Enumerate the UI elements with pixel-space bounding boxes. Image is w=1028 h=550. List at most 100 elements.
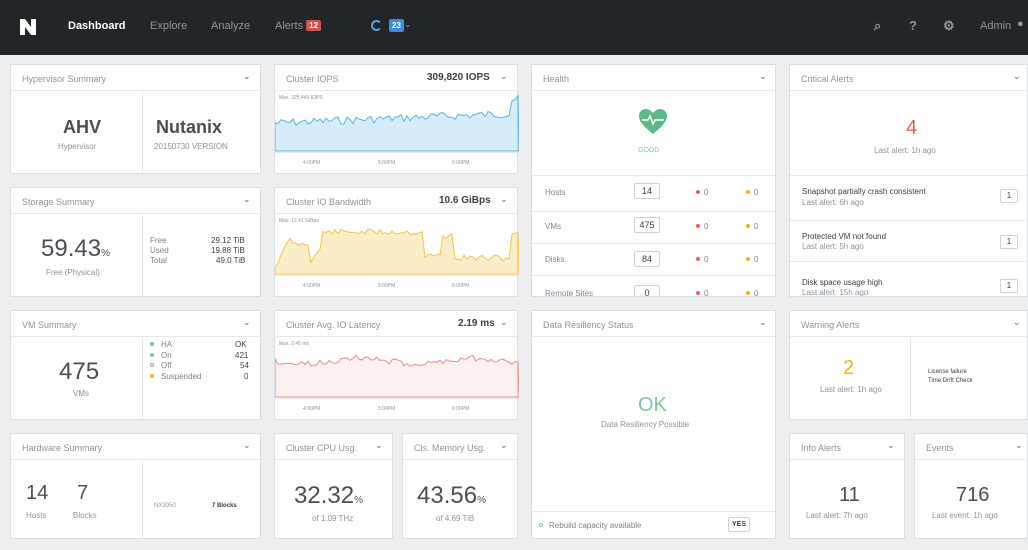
on-status-dot [150,353,154,357]
cluster-iops-card[interactable]: Cluster IOPS 309,820 IOPS ⌄ Max. 325,449 I… [274,64,519,174]
chevron-down-icon[interactable]: ⌄ [759,71,767,82]
hardware-summary-card[interactable]: Hardware Summary ⌄ 14 Hosts 7 Blocks NX30… [10,433,261,539]
info-last-alert: Last alert: 7h ago [806,511,868,520]
cpu-capacity: of 1.09 THz [312,514,354,523]
x-tick-label: 4:00PM [303,283,321,289]
card-title: Data Resiliency Status [543,320,634,330]
health-status: GOOD [638,147,660,154]
chevron-down-icon[interactable]: ⌄ [243,194,251,205]
health-row-disks: Disks [545,255,565,264]
storage-row-value: 29.12 TiB [211,236,245,245]
memory-usage: 43.56% [417,482,486,510]
vm-row-label: On [161,351,172,360]
critical-alert-title[interactable]: Protected VM not found [802,232,886,241]
chevron-down-icon[interactable]: ⌄ [887,440,895,451]
critical-count: 0 [704,222,709,231]
chevron-down-icon[interactable]: ⌄ [243,440,251,451]
storage-row-label: Used [150,246,169,255]
user-icon[interactable]: ● [1017,18,1024,30]
warning-alert-count[interactable]: 2 [843,357,854,380]
tasks-spinner-icon[interactable] [371,20,382,31]
tasks-count-badge[interactable]: 23 [389,19,404,32]
vm-row-value: 0 [244,372,249,381]
critical-dot [696,291,700,295]
x-tick-label: 5:00PM [378,283,396,289]
health-hosts-count[interactable]: 14 [634,183,660,199]
admin-user-menu[interactable]: Admin [980,20,1011,32]
cluster-memory-card[interactable]: Cls. Memory Usg. ⌄ 43.56% of 4.69 TiB [402,433,518,539]
health-disks-count[interactable]: 84 [634,251,660,267]
info-alerts-card[interactable]: Info Alerts ⌄ 11 Last alert: 7h ago [789,433,905,539]
storage-free-unit: % [101,248,110,259]
bandwidth-sparkline [275,228,519,275]
off-status-dot [150,363,154,367]
card-title: Cluster CPU Usg. [286,443,358,453]
search-icon[interactable]: ⌕ [874,18,881,34]
x-tick-label: 6:00PM [452,406,470,412]
suspended-status-dot [150,374,154,378]
card-title: Hardware Summary [22,443,103,453]
chevron-down-icon[interactable]: ⌄ [243,71,251,82]
critical-alerts-card[interactable]: Critical Alerts ⌄ 4 Last alert: 1h ago Sn… [789,64,1028,297]
nav-analyze[interactable]: Analyze [211,20,250,32]
nav-alerts[interactable]: Alerts 12 [275,20,322,32]
vm-summary-card[interactable]: VM Summary ⌄ 475 VMs HA OK On 421 Off 54 … [10,310,261,420]
event-count[interactable]: 716 [956,484,989,507]
events-card[interactable]: Events ⌄ 716 Last event: 1h ago [914,433,1028,539]
critical-alert-time: Last alert: 5h ago [802,242,864,251]
critical-alert-title[interactable]: Disk space usage high [802,278,883,287]
health-remote-sites-count[interactable]: 0 [634,285,660,296]
chevron-down-icon[interactable]: ⌄ [243,317,251,328]
nutanix-logo[interactable] [20,19,40,35]
help-icon[interactable]: ? [909,18,917,33]
rebuild-status-dot [539,523,543,527]
resiliency-status: OK [638,394,667,416]
cluster-cpu-card[interactable]: Cluster CPU Usg. ⌄ 32.32% of 1.09 THz [274,433,393,539]
warning-count: 0 [754,255,759,264]
chevron-down-icon[interactable]: ⌄ [1013,71,1021,82]
gear-icon[interactable]: ⚙ [943,18,955,34]
vm-count-label: VMs [73,389,89,398]
cluster-latency-card[interactable]: Cluster Avg. IO Latency 2.19 ms ⌄ Max. 2.4… [274,310,519,420]
block-count: 7 [77,482,89,504]
health-row-remote-sites: Remote Sites [545,289,594,297]
vm-row-label: HA [161,340,173,349]
nav-explore[interactable]: Explore [150,20,187,32]
critical-alert-count-box[interactable]: 1 [1000,189,1018,203]
warning-dot [746,190,750,194]
health-card[interactable]: Health ⌄ GOOD Hosts 14 0 0 VMs 475 0 0 Di… [531,64,776,297]
rebuild-capacity-value[interactable]: YES [728,517,750,532]
health-vms-count[interactable]: 475 [634,217,660,233]
chevron-down-icon[interactable]: ⌄ [759,317,767,328]
chevron-down-icon[interactable]: ⌄ [500,440,508,451]
cpu-usage: 32.32% [294,482,363,510]
vm-row-value: 54 [240,361,249,370]
hypervisor-summary-card[interactable]: Hypervisor Summary ⌄ AHV Hypervisor Nutan… [10,64,261,174]
vm-row-value: OK [235,340,247,349]
critical-count: 0 [704,289,709,297]
nav-dashboard[interactable]: Dashboard [68,20,125,32]
warning-alerts-card[interactable]: Warning Alerts ⌄ 2 Last alert: 1h ago Lic… [789,310,1028,420]
chevron-down-icon[interactable]: ⌄ [375,440,383,451]
card-title: VM Summary [22,320,77,330]
chevron-down-icon[interactable]: ⌄ [404,19,412,30]
info-alert-count[interactable]: 11 [839,484,860,507]
x-tick-label: 5:00PM [378,406,396,412]
critical-alert-count-box[interactable]: 1 [1000,235,1018,249]
critical-alert-count-box[interactable]: 1 [1000,279,1018,293]
warning-alert-item[interactable]: License failure [928,369,967,375]
critical-alert-count[interactable]: 4 [906,117,917,140]
critical-alert-title[interactable]: Snapshot partially crash consistent [802,187,926,196]
critical-alert-time: Last alert: 15h ago [802,288,869,297]
critical-alert-time: Last alert: 6h ago [802,198,864,207]
chevron-down-icon[interactable]: ⌄ [1013,317,1021,328]
storage-row-value: 49.0 TiB [216,256,246,265]
warning-dot [746,257,750,261]
alerts-count-badge: 12 [306,20,322,31]
storage-summary-card[interactable]: Storage Summary ⌄ 59.43% Free (Physical) … [10,187,261,297]
warning-count: 0 [754,289,759,297]
chevron-down-icon[interactable]: ⌄ [1015,440,1023,451]
data-resiliency-card[interactable]: Data Resiliency Status ⌄ OK Data Resilien… [531,310,776,539]
cluster-io-bandwidth-card[interactable]: Cluster IO Bandwidth 10.6 GiBps ⌄ Max. 12.… [274,187,519,297]
warning-alert-item[interactable]: Time Drift Check [928,378,972,384]
